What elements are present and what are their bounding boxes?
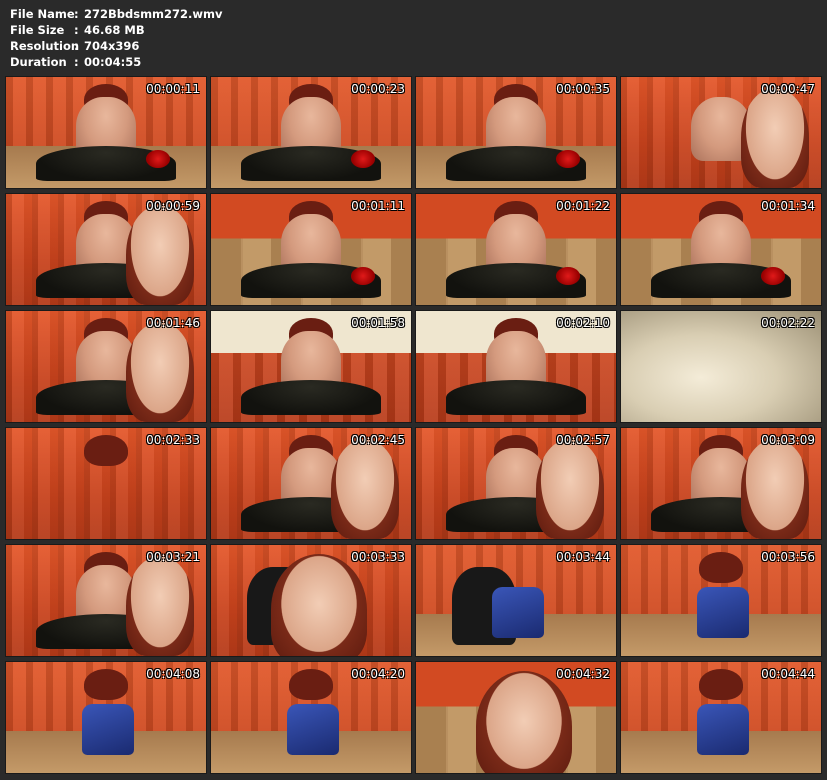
thumbnail-timestamp: 00:03:21 <box>146 550 200 564</box>
separator: : <box>74 7 79 21</box>
thumbnail-timestamp: 00:00:47 <box>761 82 815 96</box>
face-shape <box>741 439 809 539</box>
separator: : <box>74 55 79 69</box>
file-name-label: File Name <box>10 7 75 21</box>
face-shape <box>536 439 604 539</box>
thumbnail-timestamp: 00:03:09 <box>761 433 815 447</box>
blue-dress-shape <box>82 704 134 756</box>
video-thumbnail[interactable]: 00:02:33 <box>6 428 206 539</box>
video-thumbnail[interactable]: 00:01:34 <box>621 194 821 305</box>
file-name-value: 272Bbdsmm272.wmv <box>84 7 223 21</box>
video-thumbnail[interactable]: 00:00:11 <box>6 77 206 188</box>
skirt-shape <box>241 379 381 416</box>
thumbnail-timestamp: 00:04:08 <box>146 667 200 681</box>
thumbnail-timestamp: 00:00:11 <box>146 82 200 96</box>
hair-shape <box>699 668 743 700</box>
video-thumbnail[interactable]: 00:02:22 <box>621 311 821 422</box>
face-shape <box>126 205 194 305</box>
face-big-shape <box>476 670 572 773</box>
video-thumbnail[interactable]: 00:04:44 <box>621 662 821 773</box>
thumbnail-timestamp: 00:01:58 <box>351 316 405 330</box>
thumbnail-timestamp: 00:01:22 <box>556 199 610 213</box>
separator: : <box>74 39 79 53</box>
face-big-shape <box>271 553 367 656</box>
resolution-value: 704x396 <box>84 39 140 53</box>
thumbnail-timestamp: 00:02:45 <box>351 433 405 447</box>
video-thumbnail[interactable]: 00:00:23 <box>211 77 411 188</box>
roses-shape <box>351 150 375 169</box>
video-thumbnail[interactable]: 00:04:32 <box>416 662 616 773</box>
face-shape <box>126 556 194 656</box>
thumbnail-timestamp: 00:00:59 <box>146 199 200 213</box>
thumbnail-timestamp: 00:04:44 <box>761 667 815 681</box>
thumbnail-timestamp: 00:03:33 <box>351 550 405 564</box>
thumbnail-timestamp: 00:02:57 <box>556 433 610 447</box>
blue-dress-shape <box>697 704 749 756</box>
duration-row: Duration : 00:04:55 <box>10 54 223 70</box>
video-thumbnail[interactable]: 00:02:45 <box>211 428 411 539</box>
thumbnail-grid: 00:00:11 00:00:23 00:00:35 00:00:47 00:00:59… <box>6 77 821 773</box>
roses-shape <box>351 267 375 286</box>
face-shape <box>331 439 399 539</box>
face-shape <box>741 88 809 188</box>
duration-value: 00:04:55 <box>84 55 142 69</box>
video-thumbnail[interactable]: 00:01:11 <box>211 194 411 305</box>
thumbnail-timestamp: 00:01:11 <box>351 199 405 213</box>
video-thumbnail[interactable]: 00:02:10 <box>416 311 616 422</box>
file-name-row: File Name : 272Bbdsmm272.wmv <box>10 6 223 22</box>
video-thumbnail[interactable]: 00:00:47 <box>621 77 821 188</box>
face-shape <box>126 322 194 422</box>
video-thumbnail[interactable]: 00:02:57 <box>416 428 616 539</box>
skirt-shape <box>446 379 586 416</box>
hair-shape <box>289 668 333 700</box>
thumbnail-timestamp: 00:02:10 <box>556 316 610 330</box>
thumbnail-timestamp: 00:04:32 <box>556 667 610 681</box>
hair-shape <box>699 551 743 583</box>
video-thumbnail[interactable]: 00:03:09 <box>621 428 821 539</box>
thumbnail-timestamp: 00:04:20 <box>351 667 405 681</box>
thumbnail-timestamp: 00:03:44 <box>556 550 610 564</box>
roses-shape <box>556 150 580 169</box>
thumbnail-timestamp: 00:03:56 <box>761 550 815 564</box>
video-thumbnail[interactable]: 00:04:08 <box>6 662 206 773</box>
blue-dress-shape <box>492 587 544 639</box>
thumbnail-timestamp: 00:01:46 <box>146 316 200 330</box>
blue-dress-shape <box>287 704 339 756</box>
video-thumbnail[interactable]: 00:01:46 <box>6 311 206 422</box>
video-thumbnail[interactable]: 00:03:33 <box>211 545 411 656</box>
thumbnail-timestamp: 00:02:22 <box>761 316 815 330</box>
thumbnail-timestamp: 00:02:33 <box>146 433 200 447</box>
duration-label: Duration <box>10 55 67 69</box>
video-thumbnail[interactable]: 00:01:58 <box>211 311 411 422</box>
video-thumbnail[interactable]: 00:03:56 <box>621 545 821 656</box>
resolution-row: Resolution : 704x396 <box>10 38 223 54</box>
file-size-label: File Size <box>10 23 65 37</box>
hair-shape <box>84 434 128 466</box>
file-info-panel: File Name : 272Bbdsmm272.wmv File Size :… <box>10 6 223 70</box>
video-thumbnail[interactable]: 00:00:59 <box>6 194 206 305</box>
blue-dress-shape <box>697 587 749 639</box>
roses-shape <box>761 267 785 286</box>
video-thumbnail[interactable]: 00:03:44 <box>416 545 616 656</box>
video-thumbnail[interactable]: 00:01:22 <box>416 194 616 305</box>
video-thumbnail[interactable]: 00:00:35 <box>416 77 616 188</box>
video-thumbnail[interactable]: 00:03:21 <box>6 545 206 656</box>
hair-shape <box>84 668 128 700</box>
file-size-row: File Size : 46.68 MB <box>10 22 223 38</box>
roses-shape <box>556 267 580 286</box>
resolution-label: Resolution <box>10 39 80 53</box>
thumbnail-timestamp: 00:00:35 <box>556 82 610 96</box>
thumbnail-timestamp: 00:00:23 <box>351 82 405 96</box>
roses-shape <box>146 150 170 169</box>
separator: : <box>74 23 79 37</box>
file-size-value: 46.68 MB <box>84 23 145 37</box>
video-thumbnail[interactable]: 00:04:20 <box>211 662 411 773</box>
thumbnail-timestamp: 00:01:34 <box>761 199 815 213</box>
